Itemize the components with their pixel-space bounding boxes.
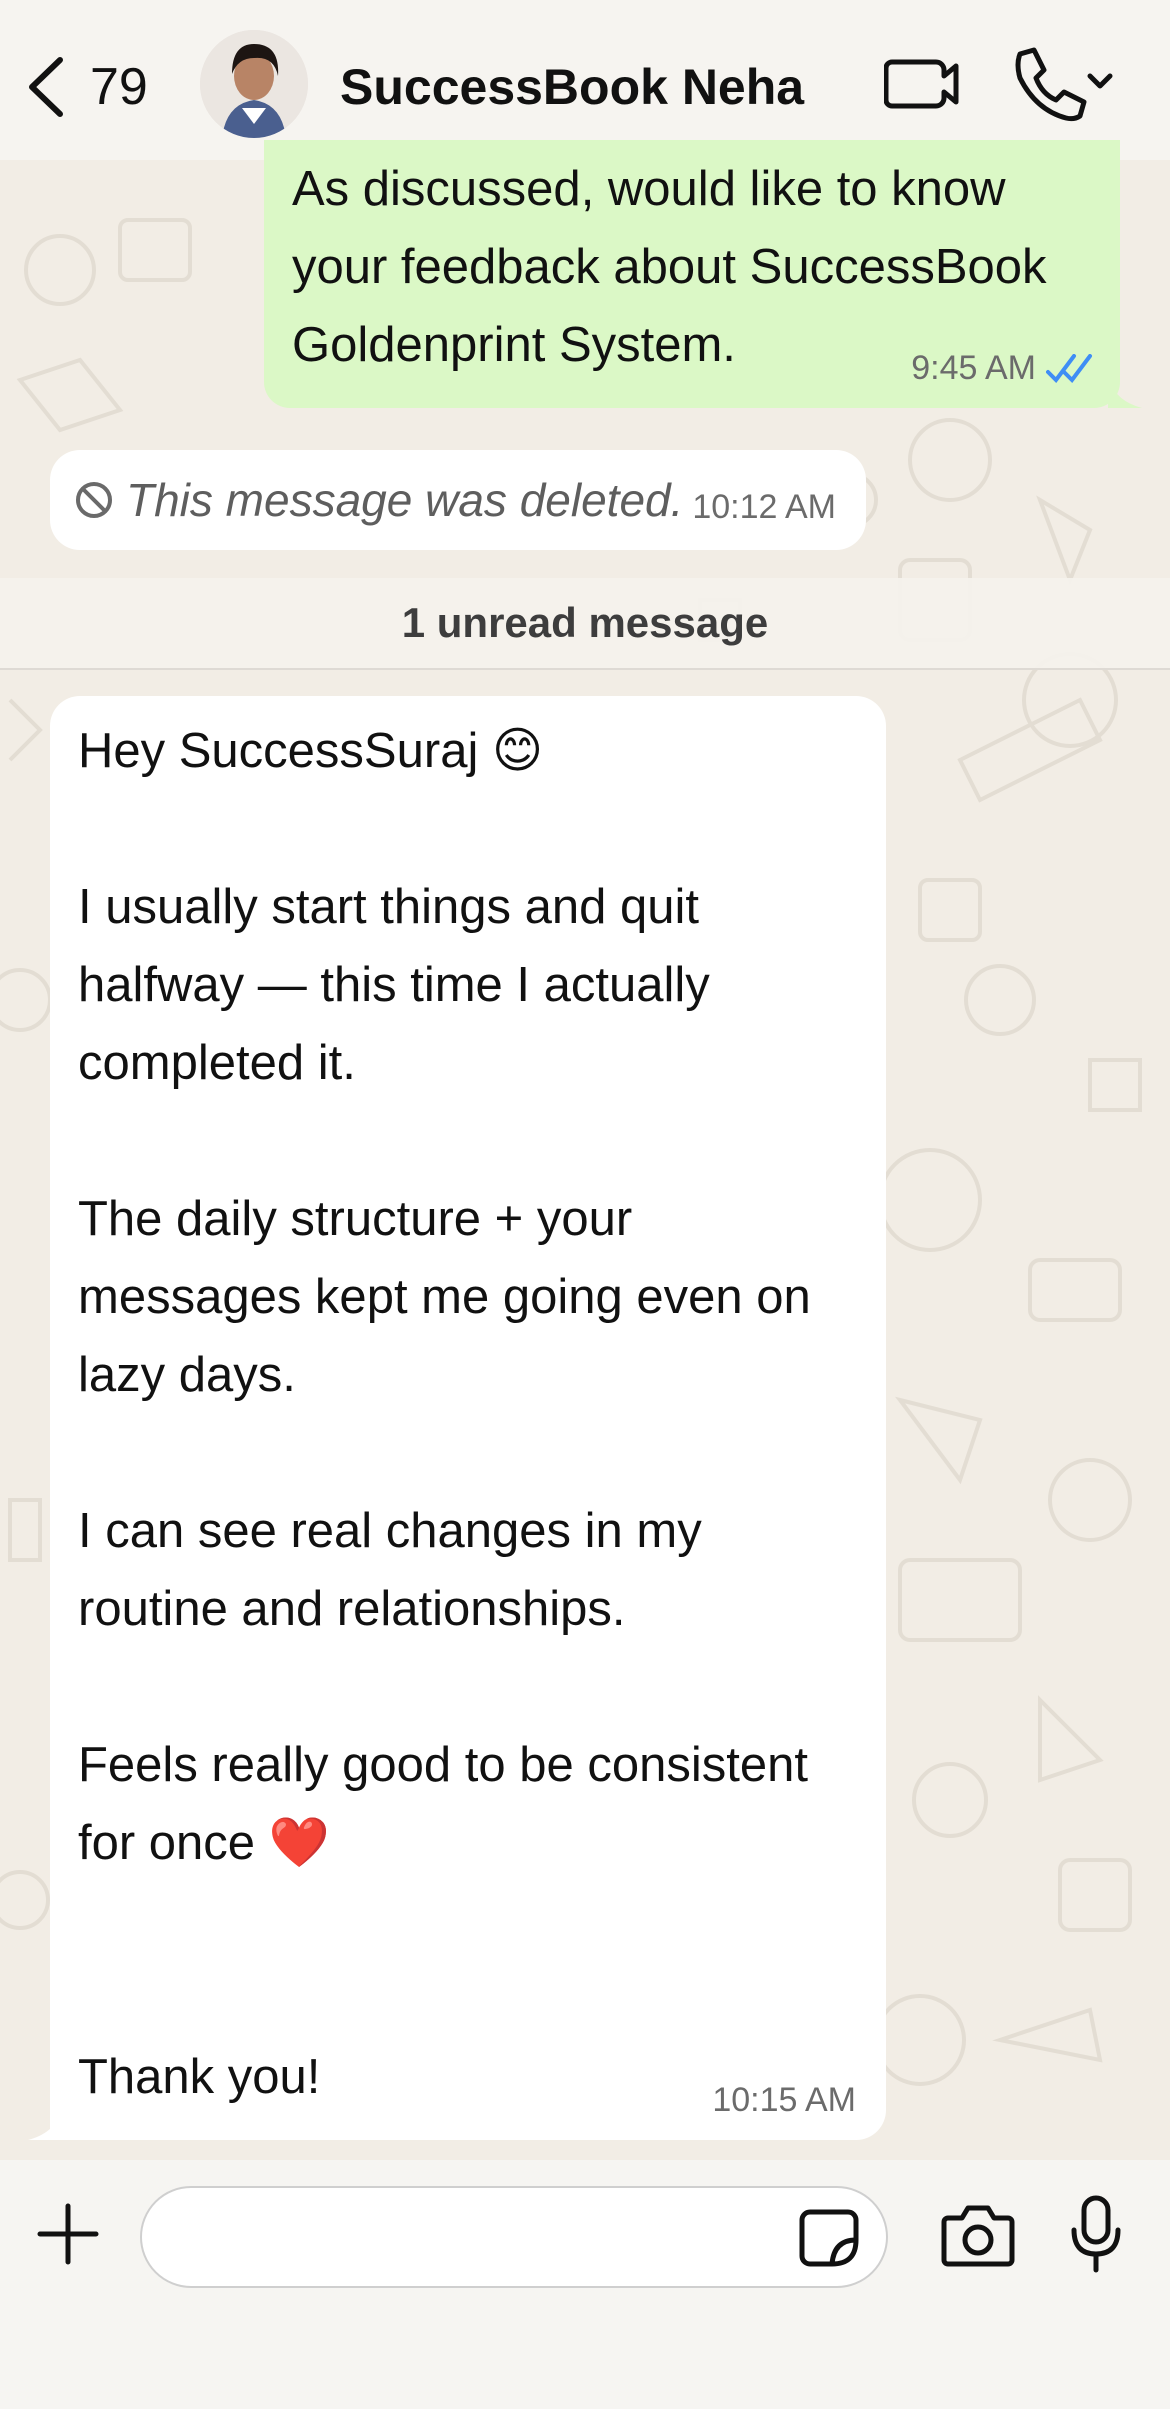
message-paragraph: I usually start things and quit halfway … [78,880,710,1090]
deleted-message-text: This message was deleted. [126,474,684,526]
voice-call-button[interactable] [1006,44,1116,124]
chevron-left-icon [29,57,63,117]
chevron-down-icon [1087,73,1113,89]
sticker-icon [799,2209,859,2267]
mic-icon [1071,2195,1121,2273]
camera-icon [941,2205,1015,2267]
back-button[interactable] [22,52,72,122]
phone-icon [1015,47,1113,122]
blocked-icon [76,482,112,518]
double-check-read-icon [1046,353,1092,383]
bubble-tail [28,2106,62,2140]
contact-name[interactable]: SuccessBook Neha [340,52,804,122]
deleted-message[interactable]: This message was deleted. 10:12 AM [50,450,866,550]
video-call-button[interactable] [883,52,962,116]
deleted-message-time: 10:12 AM [692,488,836,526]
attach-button[interactable] [36,2202,100,2266]
message-input-box[interactable] [140,2186,888,2288]
unread-label: 1 unread message [401,599,769,646]
message-paragraph: Feels really good to be consistent for o… [78,1738,808,1870]
camera-button[interactable] [940,2200,1016,2270]
message-paragraph: I can see real changes in my routine and… [78,1504,702,1636]
back-unread-count[interactable]: 79 [90,52,148,122]
video-call-icon [883,59,959,109]
message-input[interactable] [172,2208,772,2268]
message-greeting: Hey SuccessSuraj 😊 [78,724,544,778]
message-paragraph: The daily structure + your messages kept… [78,1192,811,1402]
unread-banner: 1 unread message [0,578,1170,670]
voice-message-button[interactable] [1068,2194,1124,2274]
outgoing-message-bubble[interactable]: As discussed, would like to know your fe… [264,140,1142,408]
message-time: 9:45 AM [911,349,1036,387]
avatar-image [200,30,308,138]
avatar[interactable] [200,30,308,138]
plus-icon [37,2203,99,2265]
bubble-tail [1108,374,1142,408]
incoming-message-bubble[interactable]: Hey SuccessSuraj 😊 I usually start thing… [28,696,886,2140]
message-meta: 9:45 AM [911,349,1094,388]
chat-header: 79 SuccessBook Neha [0,0,1170,160]
message-composer [0,2160,1170,2409]
message-time: 10:15 AM [712,2081,856,2119]
sticker-button[interactable] [798,2206,860,2270]
